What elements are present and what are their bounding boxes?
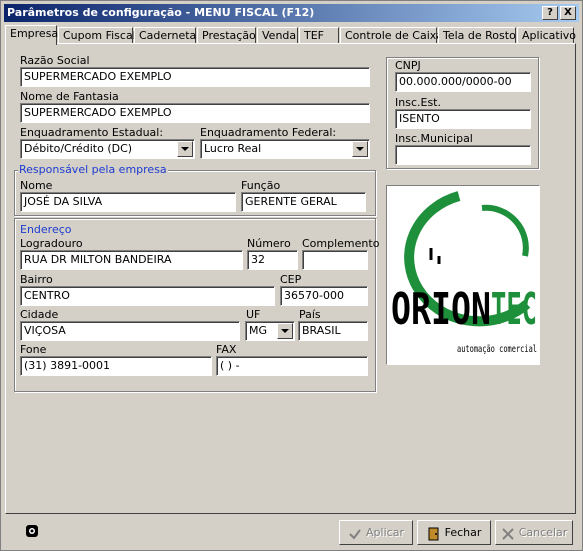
config-window: Parâmetros de configuração - MENU FISCAL…: [0, 0, 583, 551]
cancelar-button[interactable]: Cancelar: [495, 520, 573, 545]
orion-tec-logo-icon: ORION TEC automação comercial: [391, 191, 537, 355]
fax-label: FAX: [216, 343, 237, 356]
enq-estadual-select[interactable]: Débito/Crédito (DC): [20, 139, 195, 159]
aplicar-button[interactable]: Aplicar: [339, 520, 413, 545]
uf-dropdown-icon[interactable]: [277, 323, 293, 339]
tab-strip: Empresa Cupom Fiscal Caderneta Prestação…: [5, 25, 580, 45]
fone-label: Fone: [20, 343, 47, 356]
tab-prestacao[interactable]: Prestação: [197, 27, 256, 44]
door-icon: [427, 526, 441, 541]
resp-funcao-label: Função: [241, 179, 281, 192]
tab-tef[interactable]: TEF: [299, 27, 339, 44]
fone-input[interactable]: (31) 3891-0001: [20, 356, 212, 376]
tab-empresa[interactable]: Empresa: [5, 25, 58, 45]
insc-mun-label: Insc.Municipal: [395, 132, 473, 145]
enq-federal-value: Lucro Real: [204, 142, 262, 155]
window-title: Parâmetros de configuração - MENU FISCAL…: [7, 6, 315, 19]
resp-nome-label: Nome: [20, 179, 53, 192]
bairro-label: Bairro: [20, 273, 53, 286]
tab-tela-rosto[interactable]: Tela de Rosto: [438, 27, 516, 44]
title-bar: Parâmetros de configuração - MENU FISCAL…: [4, 4, 579, 22]
fax-input[interactable]: ( ) -: [216, 356, 368, 376]
uf-value: MG: [249, 324, 268, 337]
logradouro-input[interactable]: RUA DR MILTON BANDEIRA: [20, 250, 243, 270]
logo-brand-a: ORION: [391, 284, 491, 335]
apply-icon: [348, 526, 362, 540]
numero-input[interactable]: 32: [247, 250, 298, 270]
tab-page-empresa: Razão Social SUPERMERCADO EXEMPLO Nome d…: [5, 43, 576, 514]
enq-federal-label: Enquadramento Federal:: [200, 126, 337, 139]
resp-funcao-input[interactable]: GERENTE GERAL: [241, 192, 366, 212]
pais-input[interactable]: BRASIL: [298, 321, 368, 341]
tab-caderneta[interactable]: Caderneta: [134, 27, 196, 44]
uf-label: UF: [246, 308, 261, 321]
company-logo: ORION TEC automação comercial: [386, 185, 540, 365]
nome-fantasia-input[interactable]: SUPERMERCADO EXEMPLO: [20, 103, 370, 123]
cidade-label: Cidade: [20, 308, 59, 321]
cnpj-label: CNPJ: [395, 59, 421, 72]
insc-mun-input[interactable]: [395, 145, 531, 165]
endereco-group-title: Endereço: [20, 223, 72, 236]
resp-nome-input[interactable]: JOSÉ DA SILVA: [20, 192, 236, 212]
responsavel-group-title: Responsável pela empresa: [18, 163, 168, 176]
cidade-input[interactable]: VIÇOSA: [20, 321, 240, 341]
enq-federal-dropdown-icon[interactable]: [352, 141, 368, 157]
tab-venda[interactable]: Venda: [257, 27, 298, 44]
tab-controle-caixa[interactable]: Controle de Caixa: [340, 27, 443, 44]
pais-label: País: [299, 308, 321, 321]
logo-brand-b: TEC: [491, 284, 537, 335]
nome-fantasia-label: Nome de Fantasia: [20, 90, 119, 103]
complemento-label: Complemento: [302, 237, 380, 250]
cep-label: CEP: [280, 273, 302, 286]
enq-federal-select[interactable]: Lucro Real: [200, 139, 370, 159]
close-button[interactable]: X: [560, 6, 576, 20]
bairro-input[interactable]: CENTRO: [20, 286, 275, 306]
logo-tagline: automação comercial: [457, 344, 537, 355]
tab-aplicativo[interactable]: Aplicativo: [517, 27, 576, 44]
enq-estadual-value: Débito/Crédito (DC): [24, 142, 133, 155]
help-button[interactable]: ?: [542, 6, 558, 20]
cancel-icon: [501, 526, 515, 540]
uf-select[interactable]: MG: [245, 321, 295, 341]
razao-social-input[interactable]: SUPERMERCADO EXEMPLO: [20, 67, 370, 87]
status-icon[interactable]: [25, 524, 39, 538]
cep-input[interactable]: 36570-000: [280, 286, 368, 306]
numero-label: Número: [247, 237, 291, 250]
insc-est-label: Insc.Est.: [395, 96, 441, 109]
complemento-input[interactable]: [302, 250, 368, 270]
tab-cupom-fiscal[interactable]: Cupom Fiscal: [58, 27, 136, 44]
enq-estadual-label: Enquadramento Estadual:: [20, 126, 164, 139]
fechar-button[interactable]: Fechar: [417, 520, 491, 545]
insc-est-input[interactable]: ISENTO: [395, 109, 531, 129]
logradouro-label: Logradouro: [20, 237, 83, 250]
enq-estadual-dropdown-icon[interactable]: [177, 141, 193, 157]
razao-social-label: Razão Social: [20, 54, 90, 67]
cnpj-input[interactable]: 00.000.000/0000-00: [395, 72, 531, 92]
